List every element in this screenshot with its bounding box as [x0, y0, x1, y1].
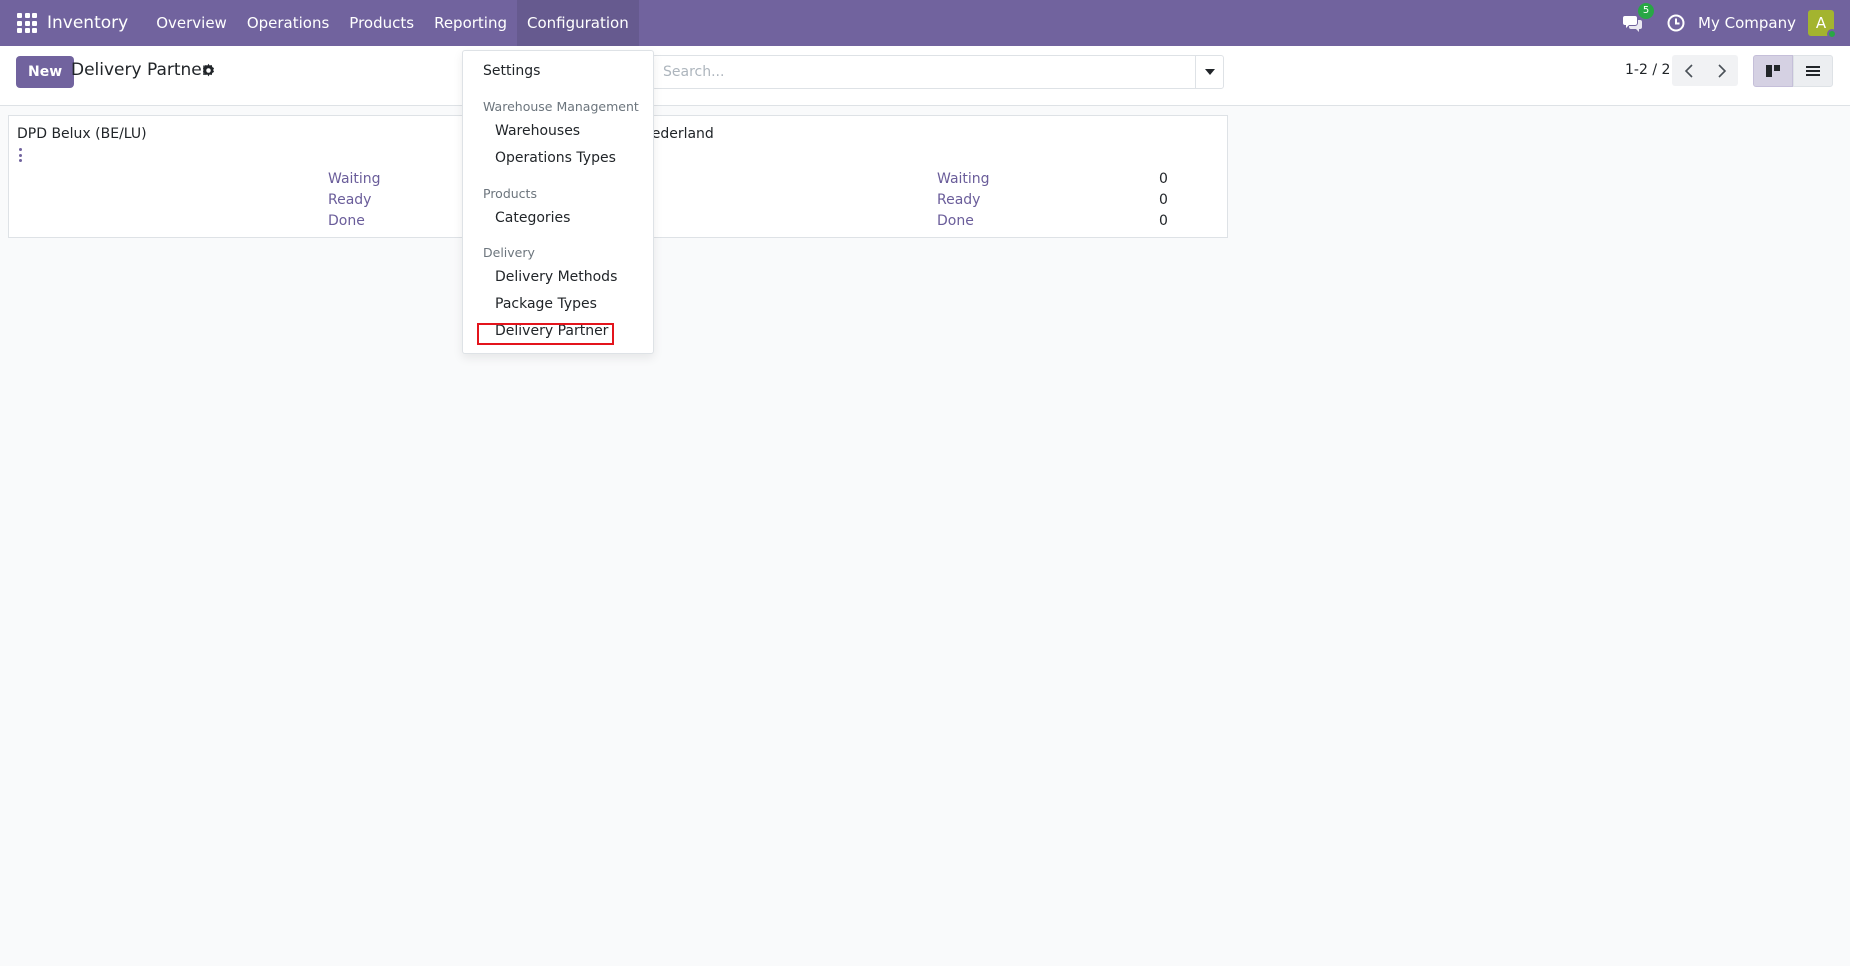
chevron-left-icon — [1684, 63, 1693, 78]
kanban-view-icon — [1766, 65, 1780, 77]
company-switcher[interactable]: My Company — [1698, 14, 1796, 32]
dropdown-item-package-types[interactable]: Package Types — [495, 296, 597, 312]
stat-waiting-link[interactable]: Waiting — [937, 171, 1159, 187]
app-brand[interactable]: Inventory — [47, 13, 138, 33]
navbar-systray: 5 My Company A — [1622, 0, 1850, 46]
messages-icon[interactable]: 5 — [1622, 3, 1655, 34]
control-panel: New Delivery Partner 1-2 / 2 — [0, 46, 1850, 106]
configuration-dropdown: Settings Warehouse Management Warehouses… — [462, 50, 654, 354]
stat-done-value: 0 — [1159, 212, 1168, 229]
avatar-letter: A — [1815, 14, 1827, 32]
kanban-view-button[interactable] — [1753, 55, 1793, 87]
online-status-dot — [1827, 29, 1837, 39]
pager-previous-button[interactable] — [1672, 55, 1705, 86]
dropdown-item-delivery-methods[interactable]: Delivery Methods — [495, 269, 617, 285]
list-view-button[interactable] — [1793, 55, 1833, 87]
chevron-right-icon — [1717, 63, 1726, 78]
stat-waiting-value: 0 — [1159, 170, 1168, 187]
card-stats: Waiting 0 Ready 0 Done 0 — [937, 168, 1168, 231]
menu-operations[interactable]: Operations — [237, 0, 339, 46]
user-avatar[interactable]: A — [1808, 10, 1837, 39]
dropdown-header-warehouse: Warehouse Management — [483, 99, 639, 114]
new-button[interactable]: New — [16, 56, 75, 88]
messages-count-badge: 5 — [1638, 3, 1655, 19]
dropdown-item-warehouses[interactable]: Warehouses — [495, 123, 580, 139]
stat-ready-link[interactable]: Ready — [937, 192, 1159, 208]
apps-menu-icon[interactable] — [17, 13, 37, 33]
search-bar — [652, 55, 1196, 89]
pager-value[interactable]: 1-2 / 2 — [1625, 62, 1670, 78]
stat-row: Done 0 — [937, 210, 1168, 231]
dropdown-item-operation-types[interactable]: Operations Types — [495, 150, 616, 166]
page-title: Delivery Partner — [71, 60, 209, 80]
kanban-card[interactable]: D Nederland Waiting 0 Ready 0 Done 0 — [618, 115, 1228, 238]
dropdown-item-delivery-partner[interactable]: Delivery Partner — [495, 323, 608, 339]
dropdown-header-delivery: Delivery — [483, 245, 535, 260]
stat-ready-value: 0 — [1159, 191, 1168, 208]
search-options-toggle[interactable] — [1195, 55, 1224, 89]
dropdown-header-products: Products — [483, 186, 537, 201]
menu-overview[interactable]: Overview — [146, 0, 237, 46]
activity-clock-icon[interactable] — [1666, 13, 1686, 33]
gear-icon[interactable] — [201, 63, 216, 78]
search-input[interactable] — [653, 56, 1196, 88]
stat-done-link[interactable]: Done — [937, 213, 1159, 229]
stat-row: Ready 0 — [937, 189, 1168, 210]
pager-next-button[interactable] — [1705, 55, 1738, 86]
main-menu: Overview Operations Products Reporting C… — [146, 0, 639, 46]
menu-products[interactable]: Products — [339, 0, 424, 46]
menu-reporting[interactable]: Reporting — [424, 0, 517, 46]
card-menu-icon[interactable] — [17, 148, 23, 162]
dropdown-item-categories[interactable]: Categories — [495, 210, 570, 226]
dropdown-item-settings[interactable]: Settings — [483, 63, 540, 79]
stat-row: Waiting 0 — [937, 168, 1168, 189]
caret-down-icon — [1204, 69, 1215, 75]
list-view-icon — [1806, 66, 1820, 76]
menu-configuration[interactable]: Configuration — [517, 0, 639, 46]
top-navbar: Inventory Overview Operations Products R… — [0, 0, 1850, 46]
card-title[interactable]: DPD Belux (BE/LU) — [17, 126, 147, 142]
